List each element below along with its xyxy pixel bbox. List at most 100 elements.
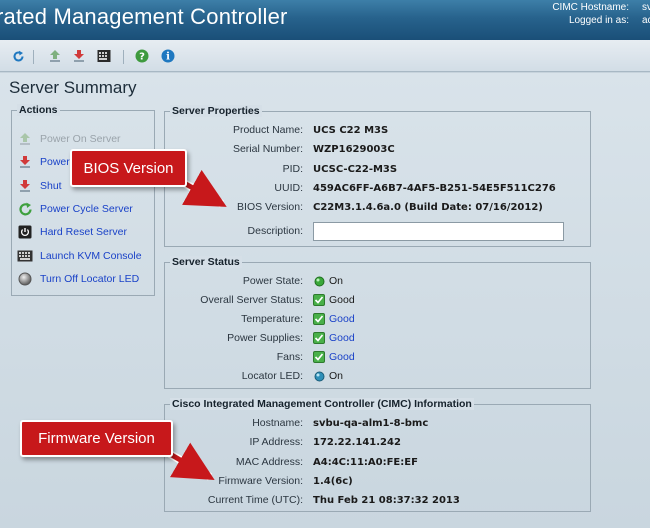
property-row: PID: UCSC-C22-M3S <box>165 163 585 175</box>
logged-in-label: Logged in as: <box>568 15 629 26</box>
status-label: Fans: <box>276 351 303 363</box>
property-row: Product Name: UCS C22 M3S <box>165 124 585 136</box>
fans-status-link[interactable]: Good <box>303 351 355 363</box>
hard-reset-icon <box>16 224 34 240</box>
property-value: WZP1629003C <box>313 143 395 155</box>
cimc-value: 1.4(6c) <box>313 475 353 487</box>
power-off-server-action[interactable]: Power <box>16 154 70 170</box>
check-icon <box>313 294 325 306</box>
hostname-value: sv <box>642 2 650 13</box>
property-value: 459AC6FF-A6B7-4AF5-B251-54E5F511C276 <box>313 182 556 194</box>
power-cycle-server-action[interactable]: Power Cycle Server <box>16 201 133 217</box>
cimc-row: Current Time (UTC): Thu Feb 21 08:37:32 … <box>165 494 585 506</box>
launch-kvm-console-action[interactable]: Launch KVM Console <box>16 248 142 264</box>
toolbar-separator <box>33 50 34 64</box>
kvm-icon <box>16 248 34 264</box>
status-label: Overall Server Status: <box>200 294 303 306</box>
cimc-row: MAC Address: A4:4C:11:A0:FE:EF <box>165 456 585 468</box>
action-label: Shut <box>40 180 62 192</box>
cimc-value: Thu Feb 21 08:37:32 2013 <box>313 494 460 506</box>
status-value: On <box>303 370 343 382</box>
locator-led-icon <box>16 271 34 287</box>
description-input[interactable] <box>313 222 564 241</box>
temperature-status-link[interactable]: Good <box>303 313 355 325</box>
download-icon[interactable] <box>72 49 86 63</box>
status-row: Power Supplies: Good <box>165 332 585 344</box>
cimc-row: Firmware Version: 1.4(6c) <box>165 475 585 487</box>
property-value: UCS C22 M3S <box>313 124 389 136</box>
actions-legend: Actions <box>17 104 60 116</box>
cimc-value: svbu-qa-alm1-8-bmc <box>313 417 429 429</box>
property-row: Serial Number: WZP1629003C <box>165 143 585 155</box>
action-label: Power <box>40 156 70 168</box>
hostname-label: CIMC Hostname: <box>552 2 629 13</box>
cimc-label: MAC Address: <box>235 456 303 468</box>
action-label: Power Cycle Server <box>40 203 133 215</box>
info-icon[interactable]: i <box>161 49 175 63</box>
cimc-label: Current Time (UTC): <box>207 494 303 506</box>
cimc-row: Hostname: svbu-qa-alm1-8-bmc <box>165 417 585 429</box>
page-title: Server Summary <box>9 78 137 97</box>
app-header: rated Management Controller CIMC Hostnam… <box>0 0 650 40</box>
upload-icon[interactable] <box>48 49 62 63</box>
action-label: Hard Reset Server <box>40 226 127 238</box>
green-dot-icon <box>313 275 325 287</box>
server-properties-panel: Server Properties Product Name: UCS C22 … <box>164 105 591 247</box>
check-icon <box>313 313 325 325</box>
status-label: Temperature: <box>241 313 303 325</box>
property-row: UUID: 459AC6FF-A6B7-4AF5-B251-54E5F511C2… <box>165 182 585 194</box>
cimc-row: IP Address: 172.22.141.242 <box>165 436 585 448</box>
property-label: Product Name: <box>232 124 303 136</box>
power-on-server-action: Power On Server <box>16 131 121 147</box>
property-label: BIOS Version: <box>237 201 303 213</box>
status-label: Power Supplies: <box>227 332 303 344</box>
shutdown-icon <box>16 178 34 194</box>
power-cycle-icon <box>16 201 34 217</box>
shut-down-server-action[interactable]: Shut <box>16 178 62 194</box>
server-status-legend: Server Status <box>170 256 242 268</box>
main-content: Server Summary Actions Power On Server P… <box>0 73 650 528</box>
refresh-icon[interactable] <box>11 49 25 63</box>
status-row: Overall Server Status: Good <box>165 294 585 306</box>
cimc-label: Hostname: <box>252 417 303 429</box>
action-label: Power On Server <box>40 133 121 145</box>
svg-text:i: i <box>166 52 170 63</box>
help-icon[interactable]: ? <box>135 49 149 63</box>
action-label: Turn Off Locator LED <box>40 273 140 285</box>
cimc-label: Firmware Version: <box>218 475 303 487</box>
cimc-label: IP Address: <box>249 436 303 448</box>
cimc-info-panel: Cisco Integrated Management Controller (… <box>164 398 591 512</box>
keyboard-icon[interactable] <box>97 49 111 63</box>
property-row: BIOS Version: C22M3.1.4.6a.0 (Build Date… <box>165 201 585 213</box>
status-value: On <box>303 275 343 287</box>
property-value: UCSC-C22-M3S <box>313 163 398 175</box>
hard-reset-server-action[interactable]: Hard Reset Server <box>16 224 127 240</box>
status-row: Temperature: Good <box>165 313 585 325</box>
server-properties-legend: Server Properties <box>170 105 262 117</box>
cimc-info-legend: Cisco Integrated Management Controller (… <box>170 398 474 410</box>
firmware-version-callout: Firmware Version <box>20 420 173 457</box>
svg-text:?: ? <box>139 52 145 63</box>
description-label: Description: <box>247 225 303 237</box>
action-label: Launch KVM Console <box>40 250 142 262</box>
check-icon <box>313 351 325 363</box>
server-status-panel: Server Status Power State: On Overall Se… <box>164 256 591 389</box>
header-session-info: CIMC Hostname: sv Logged in as: ac <box>545 1 650 27</box>
status-row: Fans: Good <box>165 351 585 363</box>
toolbar: ? i <box>0 40 650 72</box>
status-row: Locator LED: On <box>165 370 585 382</box>
status-label: Power State: <box>242 275 303 287</box>
turn-off-locator-led-action[interactable]: Turn Off Locator LED <box>16 271 139 287</box>
status-row: Power State: On <box>165 275 585 287</box>
logged-in-value: ac <box>642 15 650 26</box>
power-on-icon <box>16 131 34 147</box>
power-off-icon <box>16 154 34 170</box>
app-title: rated Management Controller <box>0 4 288 29</box>
property-value: C22M3.1.4.6a.0 (Build Date: 07/16/2012) <box>313 201 543 213</box>
actions-panel: Actions Power On Server Power Shut Power… <box>11 104 155 296</box>
cimc-value: A4:4C:11:A0:FE:EF <box>313 456 418 468</box>
bios-version-callout: BIOS Version <box>70 149 187 187</box>
cimc-value: 172.22.141.242 <box>313 436 401 448</box>
power-supplies-status-link[interactable]: Good <box>303 332 355 344</box>
status-value: Good <box>303 294 355 306</box>
